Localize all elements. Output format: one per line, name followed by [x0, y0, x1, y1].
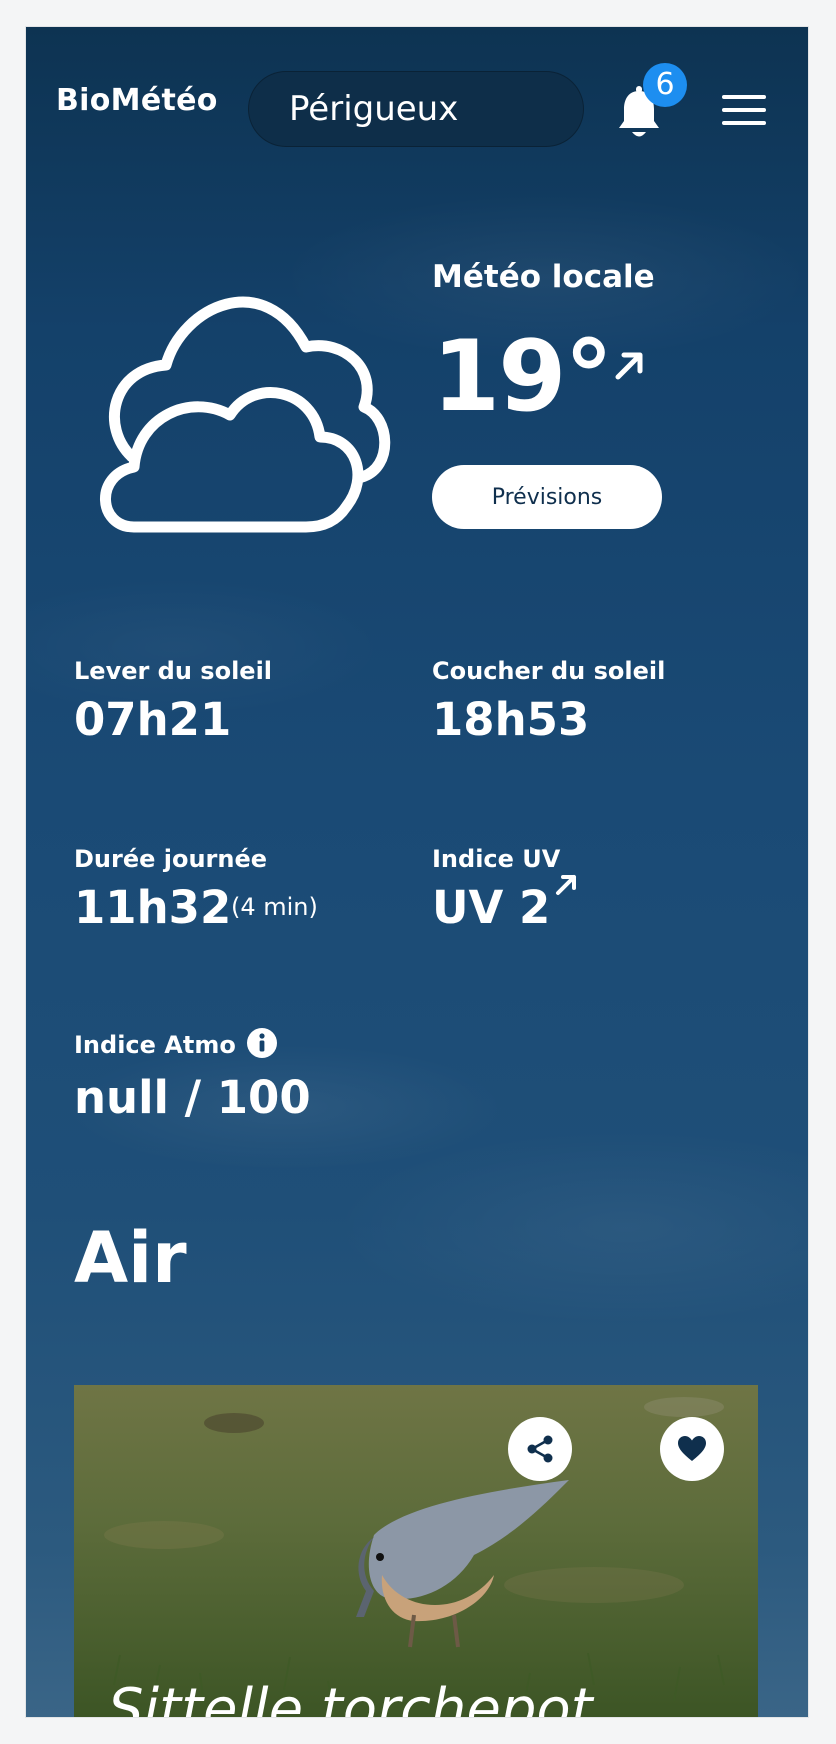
forecast-button[interactable]: Prévisions: [432, 465, 662, 529]
daylength-delta: (4 min): [231, 893, 318, 921]
atmo-label: Indice Atmo: [74, 1031, 236, 1059]
share-icon: [527, 1435, 553, 1463]
temperature-value: 19°: [432, 320, 613, 434]
section-title-air: Air: [74, 1217, 187, 1299]
sunrise-value: 07h21: [74, 693, 232, 746]
hamburger-menu-icon[interactable]: [722, 95, 766, 129]
app-logo[interactable]: BioMétéo: [56, 83, 218, 118]
arrow-up-right-icon: [615, 352, 643, 380]
sunset-value: 18h53: [432, 693, 590, 746]
info-icon[interactable]: [246, 1027, 278, 1059]
favorite-button[interactable]: [660, 1417, 724, 1481]
species-name: Sittelle torchepot: [108, 1677, 593, 1718]
heart-icon: [678, 1436, 706, 1461]
atmo-value: null / 100: [74, 1071, 311, 1124]
uv-trend-arrow-icon: [556, 875, 576, 895]
share-button[interactable]: [508, 1417, 572, 1481]
sunrise-label: Lever du soleil: [74, 657, 273, 685]
local-weather-label: Météo locale: [432, 259, 655, 295]
notification-badge: 6: [643, 63, 687, 107]
uv-label: Indice UV: [432, 845, 561, 873]
species-card[interactable]: Sittelle torchepot: [74, 1385, 758, 1718]
daylength-value: 11h32: [74, 881, 232, 934]
sunset-label: Coucher du soleil: [432, 657, 666, 685]
uv-value: UV 2: [432, 881, 551, 934]
bird-photo: [74, 1385, 758, 1717]
daylength-label: Durée journée: [74, 845, 268, 873]
city-selector[interactable]: Périgueux: [248, 71, 584, 147]
cloud-icon: [100, 296, 391, 533]
app-screen: BioMétéo Périgueux 6 Météo locale 19° Pr…: [25, 26, 809, 1718]
